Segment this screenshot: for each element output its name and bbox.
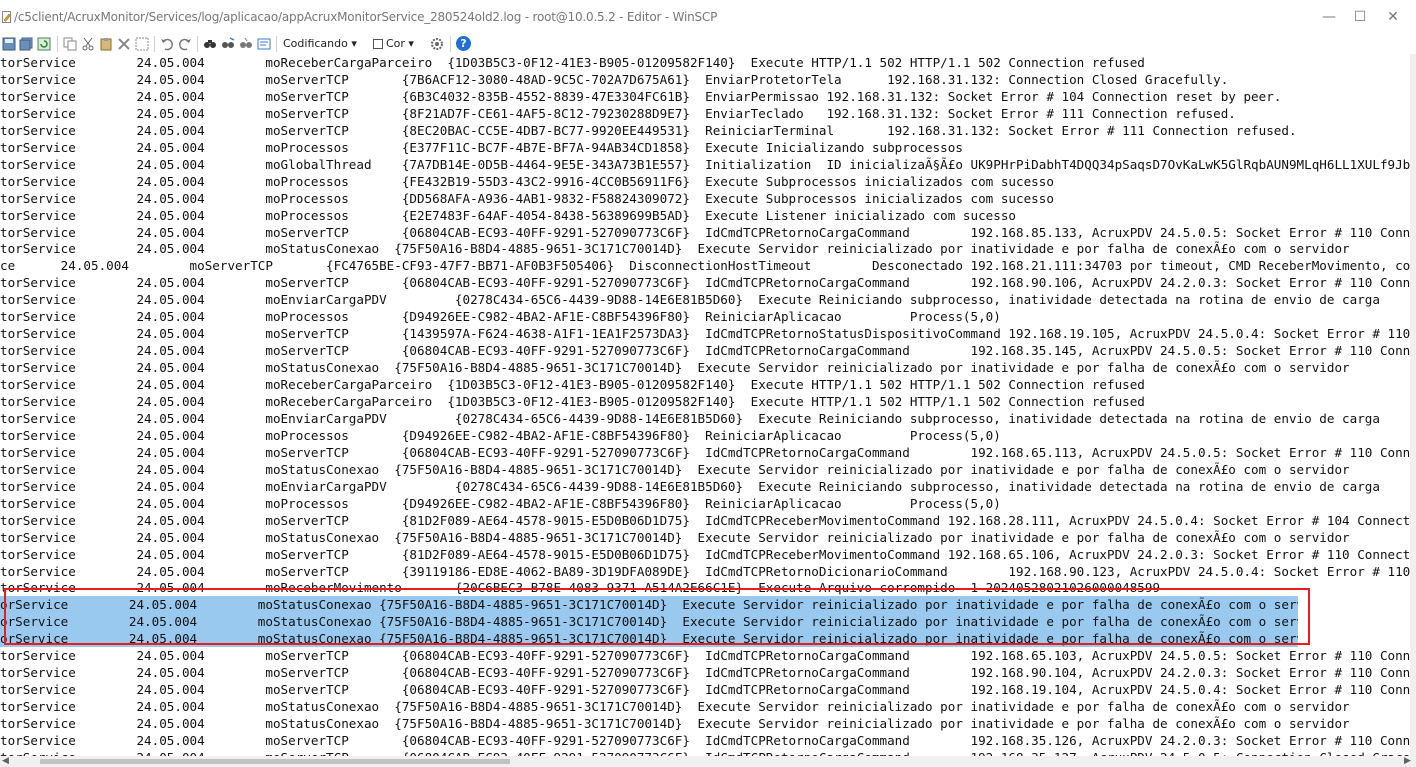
log-line[interactable]: torService 24.05.004 moProcessos {E377F1… xyxy=(0,139,1410,156)
toolbar-separator xyxy=(57,36,58,52)
log-line[interactable]: torService 24.05.004 moStatusConexao {75… xyxy=(0,359,1410,376)
log-line[interactable]: torService 24.05.004 moProcessos {DD568A… xyxy=(0,190,1410,207)
log-line[interactable]: torService 24.05.004 moServerTCP {06804C… xyxy=(0,444,1410,461)
log-line[interactable]: torService 24.05.004 moReceberCargaParce… xyxy=(0,393,1410,410)
gear-icon[interactable] xyxy=(430,37,444,51)
title-bar: /c5client/AcruxMonitor/Services/log/apli… xyxy=(0,0,1416,34)
log-line[interactable]: torService 24.05.004 moServerTCP {06804C… xyxy=(0,224,1410,241)
log-line[interactable]: torService 24.05.004 moServerTCP {06804C… xyxy=(0,664,1410,681)
log-line[interactable]: torService 24.05.004 moProcessos {E2E748… xyxy=(0,207,1410,224)
log-line[interactable]: torService 24.05.004 moServerTCP {06804C… xyxy=(0,749,1410,756)
help-icon[interactable]: ? xyxy=(456,36,471,51)
highlight-box xyxy=(4,588,1310,645)
log-line[interactable]: torService 24.05.004 moProcessos {FE432B… xyxy=(0,173,1410,190)
scrollbar-thumb[interactable] xyxy=(40,759,510,764)
goto-line-icon[interactable] xyxy=(257,37,271,51)
window-title: /c5client/AcruxMonitor/Services/log/apli… xyxy=(14,10,718,24)
cut-icon[interactable] xyxy=(81,37,95,51)
log-line[interactable]: torService 24.05.004 moServerTCP {81D2F0… xyxy=(0,512,1410,529)
undo-icon[interactable] xyxy=(160,37,174,51)
log-line[interactable]: torService 24.05.004 moProcessos {D94926… xyxy=(0,495,1410,512)
find-next-icon[interactable] xyxy=(239,37,253,51)
log-line[interactable]: torService 24.05.004 moServerTCP {06804C… xyxy=(0,342,1410,359)
log-line[interactable]: torService 24.05.004 moServerTCP {06804C… xyxy=(0,732,1410,749)
log-line[interactable]: torService 24.05.004 moServerTCP {6B3C40… xyxy=(0,88,1410,105)
log-line[interactable]: torService 24.05.004 moStatusConexao {75… xyxy=(0,461,1410,478)
replace-icon[interactable] xyxy=(221,37,235,51)
log-line[interactable]: torService 24.05.004 moStatusConexao {75… xyxy=(0,698,1410,715)
log-line[interactable]: torService 24.05.004 moProcessos {D94926… xyxy=(0,427,1410,444)
log-line[interactable]: torService 24.05.004 moStatusConexao {75… xyxy=(0,715,1410,732)
horizontal-scrollbar[interactable]: ◀ ▶ xyxy=(0,756,1416,767)
find-icon[interactable] xyxy=(203,37,217,51)
copy-icon[interactable] xyxy=(63,37,77,51)
save-all-icon[interactable] xyxy=(19,37,33,51)
log-line[interactable]: torService 24.05.004 moServerTCP {06804C… xyxy=(0,274,1410,291)
log-line[interactable]: torService 24.05.004 moProcessos {D94926… xyxy=(0,308,1410,325)
delete-icon[interactable] xyxy=(117,37,131,51)
toolbar-separator xyxy=(197,36,198,52)
log-line[interactable]: torService 24.05.004 moStatusConexao {75… xyxy=(0,240,1410,257)
encoding-dropdown[interactable]: Codificando ▾ xyxy=(283,37,357,50)
reload-icon[interactable] xyxy=(37,37,51,51)
log-line[interactable]: torService 24.05.004 moServerTCP {391191… xyxy=(0,563,1410,580)
log-line[interactable]: torService 24.05.004 moGlobalThread {7A7… xyxy=(0,156,1410,173)
log-line[interactable]: torService 24.05.004 moEnviarCargaPDV {0… xyxy=(0,410,1410,427)
log-line[interactable]: torService 24.05.004 moReceberCargaParce… xyxy=(0,376,1410,393)
text-editor-area[interactable]: torService 24.05.004 moReceberCargaParce… xyxy=(0,54,1416,756)
log-line[interactable]: torService 24.05.004 moServerTCP {7B6ACF… xyxy=(0,71,1410,88)
document-edit-icon xyxy=(2,11,11,23)
scroll-right-arrow-icon[interactable]: ▶ xyxy=(1404,756,1411,767)
log-line[interactable]: torService 24.05.004 moServerTCP {06804C… xyxy=(0,681,1410,698)
toolbar-separator xyxy=(450,36,451,52)
vertical-scrollbar[interactable] xyxy=(1410,54,1416,756)
select-all-icon[interactable] xyxy=(135,37,149,51)
toolbar-separator xyxy=(276,36,277,52)
toolbar-separator xyxy=(154,36,155,52)
color-dropdown[interactable]: Cor ▾ xyxy=(386,37,414,50)
log-line[interactable]: torService 24.05.004 moEnviarCargaPDV {0… xyxy=(0,478,1410,495)
log-line[interactable]: torService 24.05.004 moServerTCP {06804C… xyxy=(0,647,1410,664)
paste-icon[interactable] xyxy=(99,37,113,51)
log-line[interactable]: torService 24.05.004 moServerTCP {143959… xyxy=(0,325,1410,342)
close-button[interactable]: ✕ xyxy=(1370,4,1416,30)
save-icon[interactable] xyxy=(2,37,16,51)
editor-toolbar: Codificando ▾ Cor ▾ ? xyxy=(0,34,1416,54)
log-line[interactable]: torService 24.05.004 moReceberCargaParce… xyxy=(0,54,1410,71)
log-line[interactable]: torService 24.05.004 moServerTCP {8EC20B… xyxy=(0,122,1410,139)
log-line[interactable]: torService 24.05.004 moServerTCP {8F21AD… xyxy=(0,105,1410,122)
log-line[interactable]: torService 24.05.004 moEnviarCargaPDV {0… xyxy=(0,291,1410,308)
log-line[interactable]: torService 24.05.004 moStatusConexao {75… xyxy=(0,529,1410,546)
redo-icon[interactable] xyxy=(178,37,192,51)
color-swatch-icon[interactable] xyxy=(373,39,383,49)
scroll-left-arrow-icon[interactable]: ◀ xyxy=(2,756,9,767)
log-line[interactable]: torService 24.05.004 moServerTCP {81D2F0… xyxy=(0,546,1410,563)
log-line[interactable]: ce 24.05.004 moServerTCP {FC4765BE-CF93-… xyxy=(0,257,1410,274)
